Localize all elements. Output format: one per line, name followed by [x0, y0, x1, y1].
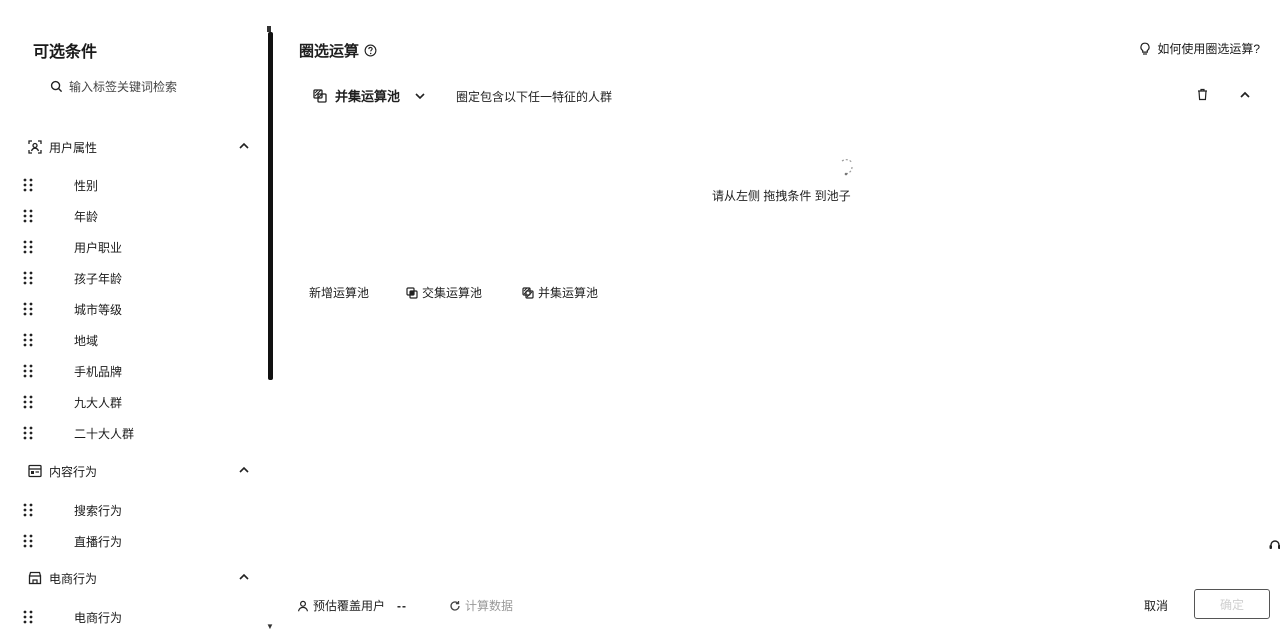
drag-handle-icon[interactable] — [22, 333, 34, 347]
group-user-attributes[interactable]: 用户属性 — [28, 138, 252, 156]
help-link[interactable]: 如何使用圈选运算? — [1138, 40, 1260, 57]
item-label: 用户职业 — [74, 240, 123, 255]
union-pool-icon — [522, 286, 534, 299]
drag-handle-icon[interactable] — [22, 271, 34, 285]
lightbulb-icon — [1140, 42, 1150, 55]
search-icon — [50, 80, 63, 93]
condition-item-twenty-segments[interactable]: 二十大人群 — [22, 423, 242, 443]
question-circle-icon[interactable] — [364, 44, 377, 57]
scroll-down-arrow-icon[interactable]: ▼ — [266, 622, 274, 631]
drag-handle-icon[interactable] — [22, 610, 34, 624]
condition-item-phone-brand[interactable]: 手机品牌 — [22, 361, 242, 381]
group-label: 用户属性 — [49, 140, 98, 155]
chevron-up-icon[interactable] — [238, 464, 250, 476]
pool-action-bar: 新增运算池 交集运算池 并集运算池 — [309, 284, 598, 301]
condition-item-region[interactable]: 地域 — [22, 330, 242, 350]
estimated-coverage: 预估覆盖用户 -- — [297, 597, 407, 614]
support-icon[interactable] — [1268, 537, 1280, 553]
help-link-text: 如何使用圈选运算? — [1157, 42, 1260, 56]
condition-item-age[interactable]: 年龄 — [22, 206, 242, 226]
drag-handle-icon[interactable] — [22, 178, 34, 192]
item-label: 年龄 — [74, 209, 99, 224]
chevron-up-icon[interactable] — [1238, 88, 1252, 102]
union-pool-label: 并集运算池 — [538, 286, 599, 300]
add-union-pool-button[interactable]: 并集运算池 — [522, 284, 598, 301]
drag-handle-icon[interactable] — [22, 209, 34, 223]
group-ecommerce-behavior[interactable]: 电商行为 — [28, 569, 252, 587]
chevron-up-icon[interactable] — [238, 140, 250, 152]
pool-type-select[interactable]: 并集运算池 — [313, 86, 426, 105]
drag-handle-icon[interactable] — [22, 426, 34, 440]
content-icon — [28, 464, 42, 478]
item-label: 二十大人群 — [74, 426, 135, 441]
drag-handle-icon[interactable] — [22, 302, 34, 316]
shop-icon — [28, 571, 42, 585]
drag-hint-icon — [841, 159, 853, 176]
condition-item-child-age[interactable]: 孩子年龄 — [22, 268, 242, 288]
drag-handle-icon[interactable] — [22, 364, 34, 378]
drag-handle-icon[interactable] — [22, 240, 34, 254]
pool-type-label: 并集运算池 — [335, 89, 401, 104]
drag-handle-icon[interactable] — [22, 503, 34, 517]
add-intersect-pool-button[interactable]: 交集运算池 — [406, 284, 482, 301]
estimate-value: -- — [397, 598, 408, 613]
search-placeholder: 输入标签关键词检索 — [69, 80, 178, 94]
union-pool-icon — [313, 88, 327, 103]
page-title: 圈选运算 — [299, 40, 377, 61]
intersect-pool-label: 交集运算池 — [422, 286, 483, 300]
item-label: 性别 — [74, 178, 99, 193]
condition-item-search-behavior[interactable]: 搜索行为 — [22, 500, 242, 520]
page-title-text: 圈选运算 — [299, 43, 360, 60]
sidebar-scrollbar[interactable] — [268, 32, 273, 380]
condition-item-city-tier[interactable]: 城市等级 — [22, 299, 242, 319]
item-label: 搜索行为 — [74, 503, 123, 518]
item-label: 手机品牌 — [74, 364, 123, 379]
group-label: 电商行为 — [49, 571, 98, 586]
calculate-label: 计算数据 — [465, 599, 514, 613]
user-scan-icon — [28, 140, 42, 154]
drag-handle-icon[interactable] — [22, 534, 34, 548]
trash-icon[interactable] — [1196, 88, 1209, 101]
condition-item-gender[interactable]: 性别 — [22, 175, 242, 195]
item-label: 孩子年龄 — [74, 271, 123, 286]
item-label: 直播行为 — [74, 534, 123, 549]
chevron-up-icon[interactable] — [238, 571, 250, 583]
cancel-button[interactable]: 取消 — [1144, 597, 1168, 614]
refresh-icon — [450, 600, 460, 611]
item-label: 城市等级 — [74, 302, 123, 317]
condition-item-nine-segments[interactable]: 九大人群 — [22, 392, 242, 412]
condition-item-occupation[interactable]: 用户职业 — [22, 237, 242, 257]
pool-description: 圈定包含以下任一特征的人群 — [456, 90, 613, 104]
user-icon — [297, 600, 309, 611]
drag-handle-icon[interactable] — [22, 395, 34, 409]
item-label: 地域 — [74, 333, 99, 348]
item-label: 九大人群 — [74, 395, 123, 410]
group-label: 内容行为 — [49, 464, 98, 479]
add-pool-label: 新增运算池 — [309, 286, 370, 300]
condition-item-ecommerce-behavior[interactable]: 电商行为 — [22, 607, 242, 627]
chevron-down-icon[interactable] — [414, 90, 426, 102]
add-pool-button[interactable]: 新增运算池 — [309, 284, 369, 301]
intersect-pool-icon — [406, 286, 418, 299]
calculate-button[interactable]: 计算数据 — [449, 597, 513, 614]
sidebar-title: 可选条件 — [33, 44, 98, 61]
pool-drop-zone-hint: 请从左侧 拖拽条件 到池子 — [712, 189, 851, 203]
tag-search-input[interactable]: 输入标签关键词检索 — [50, 78, 177, 95]
condition-sidebar: 可选条件 输入标签关键词检索 用户属性 性别 年龄 用户职业 孩子年龄 城市等级… — [0, 0, 268, 644]
confirm-button[interactable]: 确定 — [1194, 589, 1270, 619]
item-label: 电商行为 — [74, 610, 123, 625]
condition-item-live-behavior[interactable]: 直播行为 — [22, 531, 242, 551]
group-content-behavior[interactable]: 内容行为 — [28, 462, 252, 480]
estimate-label: 预估覆盖用户 — [313, 599, 386, 613]
